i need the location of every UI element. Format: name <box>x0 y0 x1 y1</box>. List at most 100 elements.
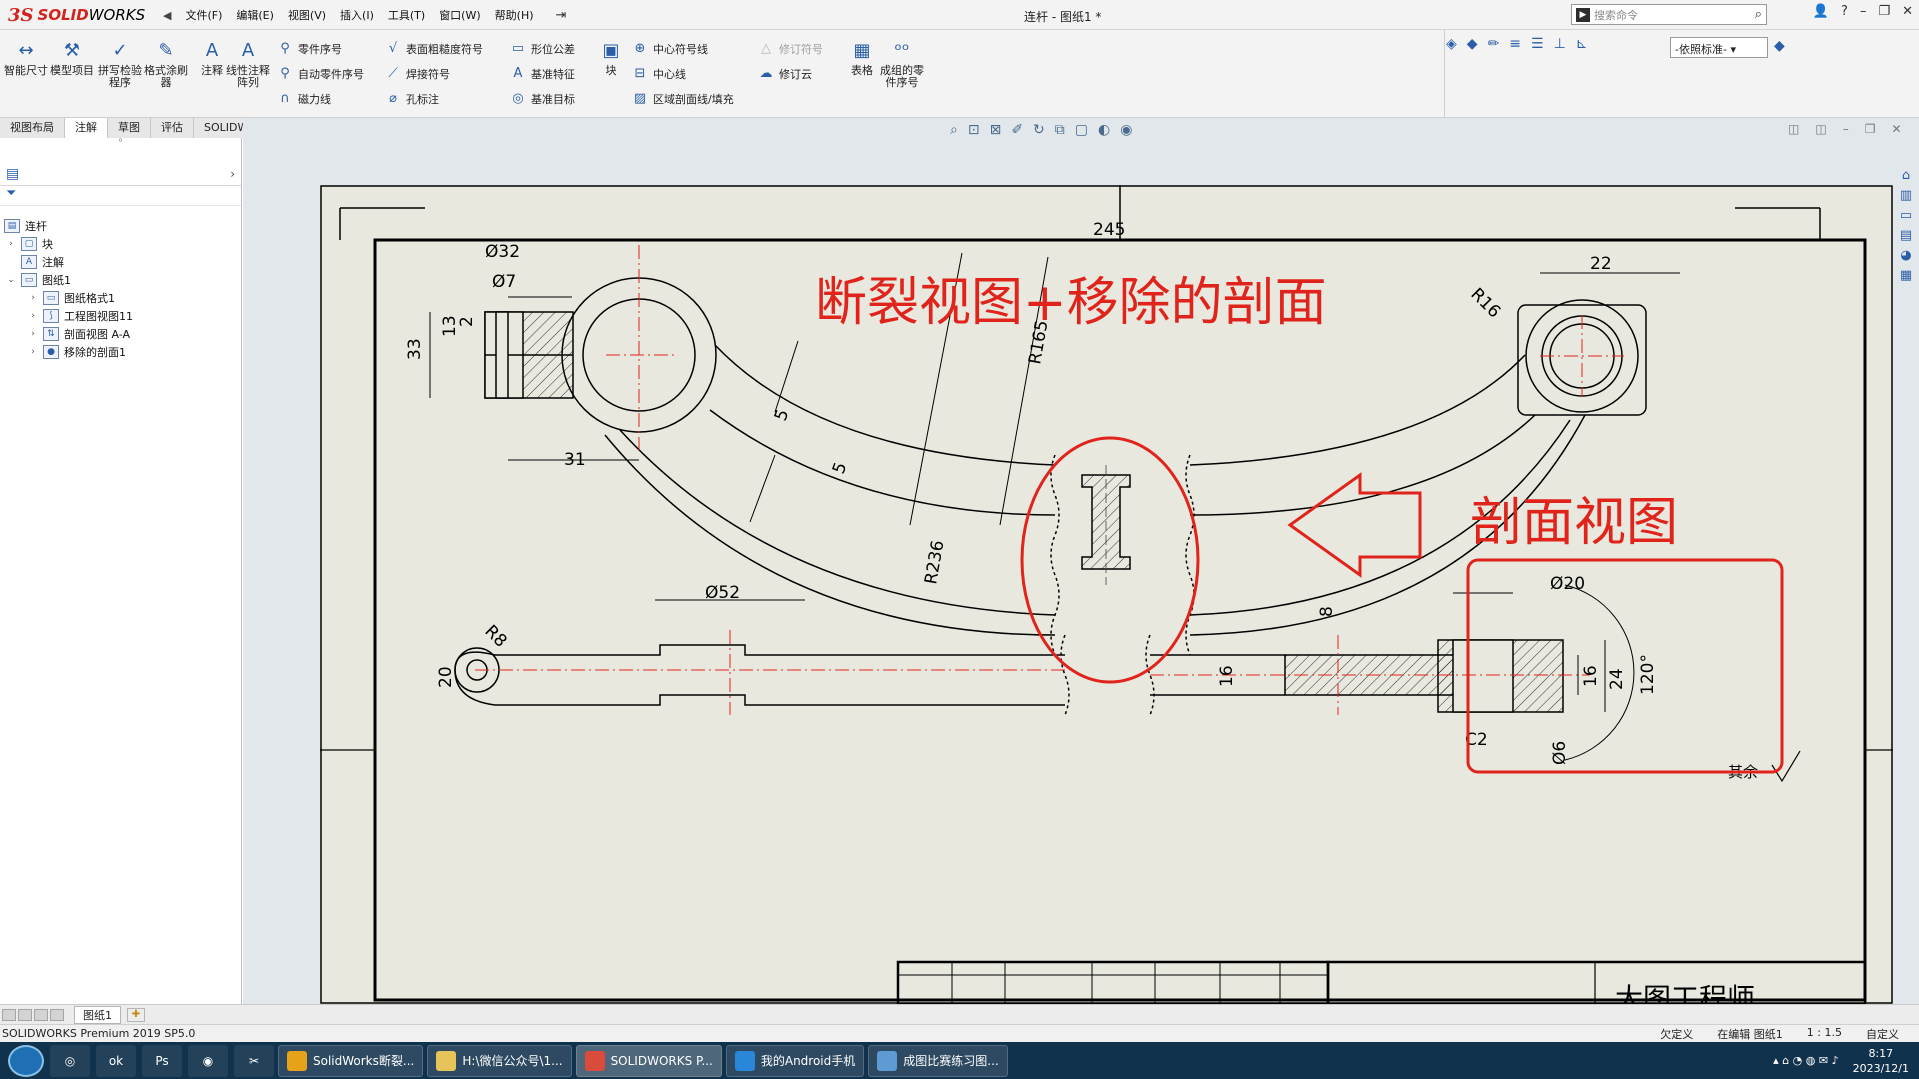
datum-target-button[interactable]: ◎ 基准目标 <box>510 89 575 109</box>
appearance-icon[interactable]: ◉ <box>1120 122 1132 138</box>
sheet-tab-1[interactable]: 图纸1 <box>74 1005 121 1024</box>
layer-icon[interactable]: ◆ <box>1467 36 1478 52</box>
smart-dimension-button[interactable]: ↔ 智能尺寸 <box>4 40 48 77</box>
pan-icon[interactable]: ✐ <box>1011 122 1023 138</box>
hole-callout-button[interactable]: ⌀ 孔标注 <box>385 89 439 109</box>
next-sheet-button[interactable] <box>34 1008 48 1021</box>
menu-file[interactable]: 文件(F) <box>185 7 222 23</box>
linear-note-pattern-button[interactable]: A 线性注释阵列 <box>226 40 270 89</box>
tree-item-drawing-view[interactable]: › ⟆ 工程图视图11 <box>28 306 133 326</box>
expand-icon[interactable]: › <box>28 329 38 339</box>
grouped-balloon-button[interactable]: ᵒᵒ 成组的零件序号 <box>880 40 924 89</box>
viewport-close-icon[interactable]: ✕ <box>1891 122 1901 136</box>
tree-item-section-view[interactable]: › ⇅ 剖面视图 A-A <box>28 324 130 344</box>
restore-icon[interactable]: ❐ <box>1878 4 1890 19</box>
taskbar-explorer[interactable]: H:\微信公众号\1... <box>427 1044 572 1077</box>
sheet-scale[interactable]: 1 : 1.5 <box>1807 1026 1842 1042</box>
revision-cloud-button[interactable]: ☁ 修订云 <box>758 64 813 84</box>
taskbar-chrome[interactable]: SolidWorks断裂... <box>278 1044 424 1077</box>
layer-properties-icon[interactable]: ◈ <box>1446 36 1457 52</box>
rotate-icon[interactable]: ↻ <box>1033 122 1045 138</box>
app-icon[interactable]: ok <box>96 1044 136 1077</box>
view-settings-icon[interactable]: ⧉ <box>1055 122 1065 138</box>
media-icon[interactable]: ◉ <box>188 1044 228 1077</box>
first-sheet-button[interactable] <box>2 1008 16 1021</box>
tab-view-layout[interactable]: 视图布局 <box>0 118 65 138</box>
style-icon[interactable]: ◆ <box>1774 38 1785 54</box>
spell-check-button[interactable]: ✓ 拼写检验程序 <box>98 40 142 89</box>
table-button[interactable]: ▦ 表格 <box>842 40 882 77</box>
tab-evaluate[interactable]: 评估 <box>151 118 194 138</box>
line-style-icon[interactable]: ☰ <box>1531 36 1544 52</box>
tree-item-removed-section[interactable]: › ● 移除的剖面1 <box>28 342 126 362</box>
zoom-area-icon[interactable]: ⊡ <box>968 122 980 138</box>
viewport-prev-icon[interactable]: ◫ <box>1788 122 1799 136</box>
home-icon[interactable]: ⌂ <box>1902 168 1910 183</box>
search-input[interactable]: 搜索命令 <box>1594 7 1751 23</box>
taskbar-android[interactable]: 我的Android手机 <box>725 1044 865 1077</box>
viewport-restore-icon[interactable]: ❐ <box>1865 122 1876 136</box>
viewport-next-icon[interactable]: ◫ <box>1815 122 1826 136</box>
center-mark-button[interactable]: ⊕ 中心符号线 <box>632 39 708 59</box>
menu-window[interactable]: 窗口(W) <box>439 7 480 23</box>
clock[interactable]: 8:17 2023/12/1 <box>1853 1046 1909 1076</box>
tab-annotation[interactable]: 注解 <box>65 118 108 138</box>
line-thickness-icon[interactable]: ≡ <box>1509 36 1521 52</box>
file-explorer-icon[interactable]: ▭ <box>1900 208 1912 223</box>
close-icon[interactable]: ✕ <box>1902 4 1913 19</box>
feature-manager-icon[interactable]: ▤ <box>6 166 19 182</box>
photoshop-icon[interactable]: Ps <box>142 1044 182 1077</box>
menu-edit[interactable]: 编辑(E) <box>236 7 274 23</box>
standard-select[interactable]: -依照标准- ▾ <box>1670 37 1768 58</box>
expand-icon[interactable]: › <box>6 239 16 249</box>
menu-tools[interactable]: 工具(T) <box>388 7 425 23</box>
prev-sheet-button[interactable] <box>18 1008 32 1021</box>
block-button[interactable]: ▣ 块 <box>598 40 624 77</box>
menu-view[interactable]: 视图(V) <box>288 7 326 23</box>
viewport-minimize-icon[interactable]: – <box>1843 122 1849 136</box>
collapse-icon[interactable]: ⌄ <box>6 275 16 285</box>
last-sheet-button[interactable] <box>50 1008 64 1021</box>
taskbar-image[interactable]: 成图比赛练习图... <box>868 1044 1008 1077</box>
start-button[interactable] <box>8 1044 44 1077</box>
expand-icon[interactable]: › <box>28 293 38 303</box>
search-mode-icon[interactable]: ▶ <box>1576 7 1590 22</box>
expand-pane-icon[interactable]: › <box>230 167 235 181</box>
custom-properties-icon[interactable]: ▦ <box>1900 268 1912 283</box>
tool-icon[interactable]: ✂ <box>234 1044 274 1077</box>
expand-icon[interactable]: › <box>28 311 38 321</box>
expand-icon[interactable]: › <box>28 347 38 357</box>
search-icon[interactable]: ⌕ <box>1755 7 1762 22</box>
weld-symbol-button[interactable]: ⟋ 焊接符号 <box>385 64 450 84</box>
gtol-button[interactable]: ▭ 形位公差 <box>510 39 575 59</box>
format-painter-button[interactable]: ✎ 格式涂刷器 <box>144 40 188 89</box>
datum-feature-button[interactable]: A 基准特征 <box>510 64 575 84</box>
menu-collapse-icon[interactable]: ◀ <box>163 9 171 22</box>
tree-item-sheet1[interactable]: ⌄ ▭ 图纸1 <box>6 270 71 290</box>
hide-edge-icon[interactable]: ⊥ <box>1554 36 1566 52</box>
menu-insert[interactable]: 插入(I) <box>340 7 374 23</box>
solidworks-logo[interactable]: 3S SOLIDWORKS <box>8 4 145 26</box>
filter-icon[interactable]: ⏷ <box>0 186 241 206</box>
tree-root[interactable]: ▤ 连杆 <box>4 216 47 236</box>
view-palette-icon[interactable]: ▤ <box>1900 228 1912 243</box>
design-library-icon[interactable]: ▥ <box>1900 188 1912 203</box>
menu-help[interactable]: 帮助(H) <box>495 7 534 23</box>
magnetic-line-button[interactable]: ∩ 磁力线 <box>277 89 331 109</box>
line-color-icon[interactable]: ✏ <box>1488 36 1500 52</box>
help-icon[interactable]: ? <box>1841 4 1848 19</box>
appearances-icon[interactable]: ◕ <box>1900 248 1911 263</box>
search-commands[interactable]: ▶ 搜索命令 ⌕ <box>1571 4 1767 25</box>
browser-icon[interactable]: ◎ <box>50 1044 90 1077</box>
revision-symbol-button[interactable]: △ 修订符号 <box>758 39 823 59</box>
user-icon[interactable]: 👤 <box>1813 4 1829 19</box>
display-style-icon[interactable]: ▢ <box>1075 122 1088 138</box>
minimize-icon[interactable]: – <box>1860 4 1867 19</box>
surface-finish-button[interactable]: √ 表面粗糙度符号 <box>385 39 483 59</box>
color-display-icon[interactable]: ⊾ <box>1576 36 1588 52</box>
pin-icon[interactable]: ⇥ <box>556 8 567 23</box>
balloon-button[interactable]: ⚲ 零件序号 <box>277 39 342 59</box>
hatch-fill-button[interactable]: ▨ 区域剖面线/填充 <box>632 89 734 109</box>
auto-balloon-button[interactable]: ⚲ 自动零件序号 <box>277 64 364 84</box>
zoom-to-fit-icon[interactable]: ⌕ <box>950 122 958 138</box>
